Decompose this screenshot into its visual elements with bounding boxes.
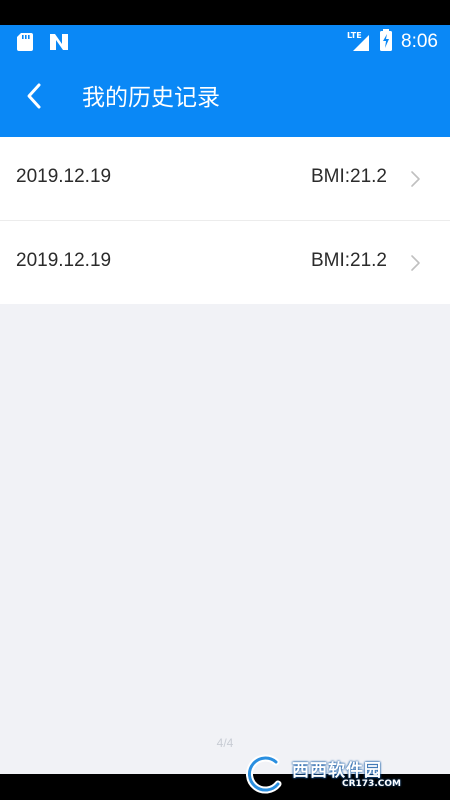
n-notification-icon	[48, 32, 70, 56]
history-record-row[interactable]: 2019.12.19 BMI:21.2	[0, 221, 450, 304]
screen: LTE 8:06 我的历史记录 2019.12.19 BMI:21.2 2019…	[0, 0, 450, 800]
history-list: 2019.12.19 BMI:21.2 2019.12.19 BMI:21.2	[0, 137, 450, 304]
app-bar: 我的历史记录	[0, 60, 450, 137]
page-indicator: 4/4	[216, 736, 234, 750]
record-bmi: BMI:21.2	[310, 166, 387, 187]
sd-card-icon	[16, 32, 34, 56]
history-record-row[interactable]: 2019.12.19 BMI:21.2	[0, 137, 450, 221]
signal-icon: LTE	[347, 31, 371, 53]
watermark-logo: 西西软件园 CR173.COM	[242, 752, 432, 796]
chevron-right-icon	[408, 254, 422, 272]
battery-charging-icon	[379, 29, 393, 55]
page-title: 我的历史记录	[82, 85, 220, 111]
status-time: 8:06	[401, 31, 438, 52]
record-date: 2019.12.19	[16, 166, 112, 187]
record-date: 2019.12.19	[16, 250, 112, 271]
back-button[interactable]	[14, 78, 54, 118]
record-bmi: BMI:21.2	[310, 250, 387, 271]
watermark-url: CR173.COM	[342, 779, 401, 789]
chevron-right-icon	[408, 170, 422, 188]
status-left	[16, 32, 70, 56]
status-bar: LTE 8:06	[0, 25, 450, 60]
watermark-brand: 西西软件园	[292, 761, 382, 781]
status-right: LTE 8:06	[347, 29, 438, 55]
chevron-left-icon	[24, 82, 44, 114]
top-black-bar	[0, 0, 450, 25]
